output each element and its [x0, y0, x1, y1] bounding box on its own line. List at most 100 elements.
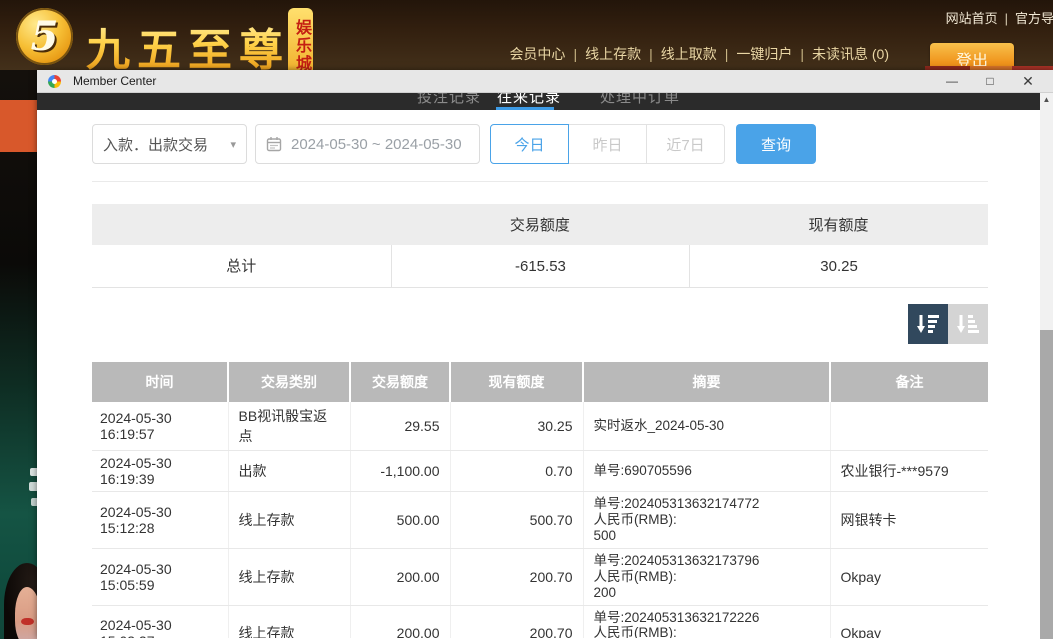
- summary-header-balance: 现有额度: [689, 214, 988, 235]
- section-divider: [92, 181, 988, 182]
- nav-unread-messages[interactable]: 未读讯息 (0): [812, 46, 889, 62]
- cell-balance: 0.70: [450, 451, 583, 492]
- window-content: 投注记录 往来记录 处理中订单 入款．出款交易 ▾: [37, 93, 1040, 638]
- col-type: 交易类别: [228, 362, 350, 402]
- cell-summary: 单号:690705596: [583, 451, 830, 492]
- records-table: 时间 交易类别 交易额度 现有额度 摘要 备注 2024-05-30 16:19…: [92, 362, 988, 638]
- cell-note: Okpay: [830, 548, 988, 605]
- summary-header-amount: 交易额度: [391, 214, 690, 235]
- promo-model-face: [15, 587, 37, 639]
- sort-buttons: [92, 304, 988, 344]
- link-site-home[interactable]: 网站首页: [946, 11, 998, 26]
- cell-time: 2024-05-30 16:19:57: [92, 402, 228, 451]
- table-row: 2024-05-30 16:19:57 BB视讯骰宝返点 29.55 30.25…: [92, 402, 988, 451]
- cell-balance: 200.70: [450, 548, 583, 605]
- member-center-window: Member Center — □ ✕ 投注记录 往来记录 处理中订单 入款．出…: [37, 70, 1053, 639]
- cell-time: 2024-05-30 15:12:28: [92, 492, 228, 549]
- cell-summary: 实时返水_2024-05-30: [583, 402, 830, 451]
- col-amount: 交易额度: [350, 362, 450, 402]
- summary-header-row: 交易额度 现有额度: [92, 204, 988, 245]
- cell-summary: 单号:202405313632174772 人民币(RMB): 500: [583, 492, 830, 549]
- nav-separator: |: [573, 46, 577, 62]
- today-button[interactable]: 今日: [490, 124, 569, 164]
- transaction-type-select[interactable]: 入款．出款交易 ▾: [92, 124, 247, 164]
- scrollbar-thumb[interactable]: [1040, 330, 1053, 639]
- summary-total-amount: -615.53: [391, 245, 690, 287]
- nav-one-key-transfer[interactable]: 一键归户: [736, 46, 792, 62]
- cell-balance: 200.70: [450, 605, 583, 638]
- site-header: 5 九五至尊 娱乐城 网站首页|官方导航 会员中心|线上存款|线上取款|一键归户…: [0, 0, 1053, 70]
- minimize-button[interactable]: —: [933, 70, 971, 92]
- tab-strip: 投注记录 往来记录 处理中订单: [37, 93, 1040, 110]
- search-button[interactable]: 查询: [736, 124, 816, 164]
- window-titlebar[interactable]: Member Center — □ ✕: [37, 70, 1053, 93]
- sort-descending-button[interactable]: [908, 304, 948, 344]
- clipped-promo-text: [30, 468, 37, 476]
- cell-type: BB视讯骰宝返点: [228, 402, 350, 451]
- records-tbody: 2024-05-30 16:19:57 BB视讯骰宝返点 29.55 30.25…: [92, 402, 988, 638]
- cell-type: 线上存款: [228, 605, 350, 638]
- tab-bet-records[interactable]: 投注记录: [417, 93, 481, 107]
- scroll-up-arrow-icon[interactable]: ▲: [1040, 93, 1053, 107]
- col-time: 时间: [92, 362, 228, 402]
- screen: 5 九五至尊 娱乐城 网站首页|官方导航 会员中心 | 线上存款 | 线上取款 | 一键归户…: [0, 0, 1053, 639]
- maximize-button[interactable]: □: [971, 70, 1009, 92]
- active-tab-underline: [496, 107, 554, 110]
- member-nav: 会员中心|线上存款|线上取款|一键归户|未读讯息 (0): [509, 44, 889, 64]
- chevron-down-icon: ▾: [230, 138, 236, 151]
- cell-note: 农业银行-***9579: [830, 451, 988, 492]
- records-header-row: 时间 交易类别 交易额度 现有额度 摘要 备注: [92, 362, 988, 402]
- background-orange-banner: [0, 100, 37, 152]
- clipped-promo-text: [29, 482, 37, 491]
- cell-note: Okpay: [830, 605, 988, 638]
- cell-amount: -1,100.00: [350, 451, 450, 492]
- close-button[interactable]: ✕: [1009, 70, 1047, 92]
- col-summary: 摘要: [583, 362, 830, 402]
- tab-transaction-records[interactable]: 往来记录: [497, 93, 561, 107]
- yesterday-button[interactable]: 昨日: [568, 124, 647, 164]
- summary-total-label: 总计: [92, 245, 391, 287]
- window-title: Member Center: [73, 74, 156, 88]
- window-controls: — □ ✕: [933, 70, 1047, 92]
- cell-summary: 单号:202405313632172226 人民币(RMB): 200: [583, 605, 830, 638]
- cell-amount: 29.55: [350, 402, 450, 451]
- cell-time: 2024-05-30 16:19:39: [92, 451, 228, 492]
- date-range-value: 2024-05-30 ~ 2024-05-30: [291, 136, 462, 153]
- nav-separator: |: [649, 46, 653, 62]
- site-logo-icon: 5: [16, 8, 73, 65]
- window-app-icon: [48, 75, 61, 88]
- tab-processing-orders[interactable]: 处理中订单: [600, 93, 680, 107]
- transaction-type-value: 入款．出款交易: [103, 134, 208, 155]
- col-note: 备注: [830, 362, 988, 402]
- table-row: 2024-05-30 15:03:27 线上存款 200.00 200.70 单…: [92, 605, 988, 638]
- summary-total-balance: 30.25: [689, 245, 988, 287]
- cell-type: 线上存款: [228, 492, 350, 549]
- cell-type: 出款: [228, 451, 350, 492]
- vertical-scrollbar[interactable]: ▲: [1040, 93, 1053, 639]
- table-row: 2024-05-30 15:05:59 线上存款 200.00 200.70 单…: [92, 548, 988, 605]
- date-range-input[interactable]: 2024-05-30 ~ 2024-05-30: [255, 124, 480, 164]
- nav-online-withdraw[interactable]: 线上取款: [661, 46, 717, 62]
- sort-ascending-button[interactable]: [948, 304, 988, 344]
- nav-separator: |: [800, 46, 804, 62]
- last7days-button[interactable]: 近7日: [646, 124, 725, 164]
- cell-note: [830, 402, 988, 451]
- quick-range-group: 今日 昨日 近7日: [490, 124, 725, 164]
- link-official-nav[interactable]: 官方导航: [1015, 11, 1053, 26]
- cell-summary: 单号:202405313632173796 人民币(RMB): 200: [583, 548, 830, 605]
- site-logo-title: 九五至尊: [86, 14, 290, 78]
- col-balance: 现有额度: [450, 362, 583, 402]
- nav-online-deposit[interactable]: 线上存款: [585, 46, 641, 62]
- summary-total-row: 总计 -615.53 30.25: [92, 245, 988, 288]
- filter-row: 入款．出款交易 ▾ 2024-05-30 ~ 2024-05-30: [92, 124, 988, 164]
- cell-balance: 500.70: [450, 492, 583, 549]
- top-links: 网站首页|官方导航: [946, 8, 1053, 27]
- promo-model-lips: [21, 618, 34, 625]
- nav-member-center[interactable]: 会员中心: [509, 46, 565, 62]
- cell-type: 线上存款: [228, 548, 350, 605]
- main-content: 入款．出款交易 ▾ 2024-05-30 ~ 2024-05-30: [37, 110, 1040, 638]
- cell-amount: 200.00: [350, 548, 450, 605]
- sort-ascending-icon: [956, 313, 980, 335]
- site-logo-badge: 娱乐城: [288, 8, 313, 78]
- table-row: 2024-05-30 16:19:39 出款 -1,100.00 0.70 单号…: [92, 451, 988, 492]
